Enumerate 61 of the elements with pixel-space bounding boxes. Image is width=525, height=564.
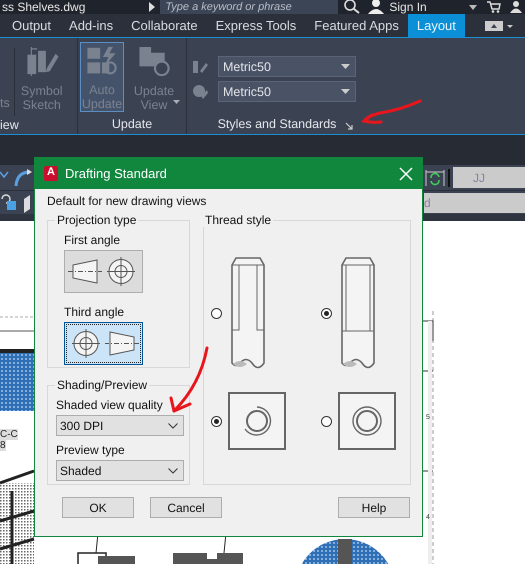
caret-down-icon[interactable] — [173, 100, 180, 104]
user-group-icon[interactable] — [508, 1, 523, 13]
view-style-icon — [192, 84, 208, 100]
dropdown[interactable]: Shaded — [56, 460, 184, 481]
ribbon-tab[interactable]: Add-ins — [60, 14, 122, 37]
radio-button[interactable] — [321, 416, 332, 426]
refresh-icon[interactable] — [425, 168, 445, 188]
panel-title: Update — [112, 117, 152, 131]
panel-title: iew — [0, 118, 19, 132]
dropdown[interactable]: 300 DPI — [56, 415, 184, 436]
sign-in-link[interactable]: Sign In — [389, 0, 427, 14]
search-field[interactable]: Type a keyword or phrase — [160, 0, 338, 14]
group-title: Thread style — [204, 213, 272, 227]
ok-button[interactable]: OK — [62, 497, 134, 518]
option-label: First angle — [64, 233, 122, 247]
ribbon-tab[interactable]: Output — [3, 14, 60, 37]
radio-button[interactable] — [211, 416, 222, 426]
cart-icon[interactable] — [486, 1, 501, 13]
view-refresh-icon — [137, 45, 171, 78]
chevron-down-icon — [168, 423, 178, 429]
cancel-button[interactable]: Cancel — [150, 497, 222, 518]
file-name: ss Shelves.dwg — [2, 0, 86, 14]
app-icon: A — [44, 166, 58, 181]
update-icon — [85, 46, 119, 77]
dialog-subtitle: Default for new drawing views — [47, 194, 208, 208]
chevron-down-icon — [168, 468, 178, 474]
close-icon[interactable] — [399, 166, 413, 180]
section-label: C-C — [0, 429, 18, 440]
caret-icon[interactable] — [149, 2, 156, 12]
field-label: Shaded view quality — [56, 398, 164, 412]
help-button[interactable]: Help — [338, 497, 410, 518]
panel-toggle-icon[interactable] — [484, 20, 513, 32]
radio-button[interactable] — [321, 308, 332, 319]
projection-option[interactable] — [64, 250, 143, 293]
projection-option[interactable] — [64, 322, 143, 365]
ribbon-tab[interactable]: Express Tools — [206, 14, 306, 37]
annotation-arrow — [170, 346, 208, 412]
dialog-launcher-icon[interactable] — [345, 122, 353, 130]
caret-down-icon — [341, 64, 350, 69]
panel-title: Styles and Standards — [218, 117, 336, 131]
thread-end-view-icon — [338, 392, 396, 450]
field-label: Preview type — [56, 443, 126, 457]
ribbon-tab[interactable]: Collaborate — [122, 14, 207, 37]
section-label: 8 — [0, 440, 6, 451]
caret-down-icon — [341, 89, 350, 94]
ribbon-tab[interactable]: Featured Apps — [305, 14, 408, 37]
dialog-title: Drafting Standard — [65, 166, 167, 181]
search-icon[interactable] — [344, 0, 360, 14]
style-dropdown[interactable]: Metric50 — [218, 81, 356, 102]
user-icon[interactable] — [367, 0, 386, 14]
option-label: Third angle — [64, 305, 126, 319]
thread-end-view-icon — [228, 392, 286, 450]
radio-button[interactable] — [211, 308, 222, 319]
arc-tool-icon[interactable] — [0, 168, 34, 188]
caret-down-icon[interactable] — [468, 4, 477, 10]
dimension-style-icon — [192, 58, 208, 74]
group-title: Projection type — [56, 213, 138, 227]
sketch-icon — [24, 45, 59, 78]
style-dropdown[interactable]: Metric50 — [218, 56, 356, 77]
group-title: Shading/Preview — [56, 378, 148, 392]
tool-label: ts — [0, 96, 10, 110]
